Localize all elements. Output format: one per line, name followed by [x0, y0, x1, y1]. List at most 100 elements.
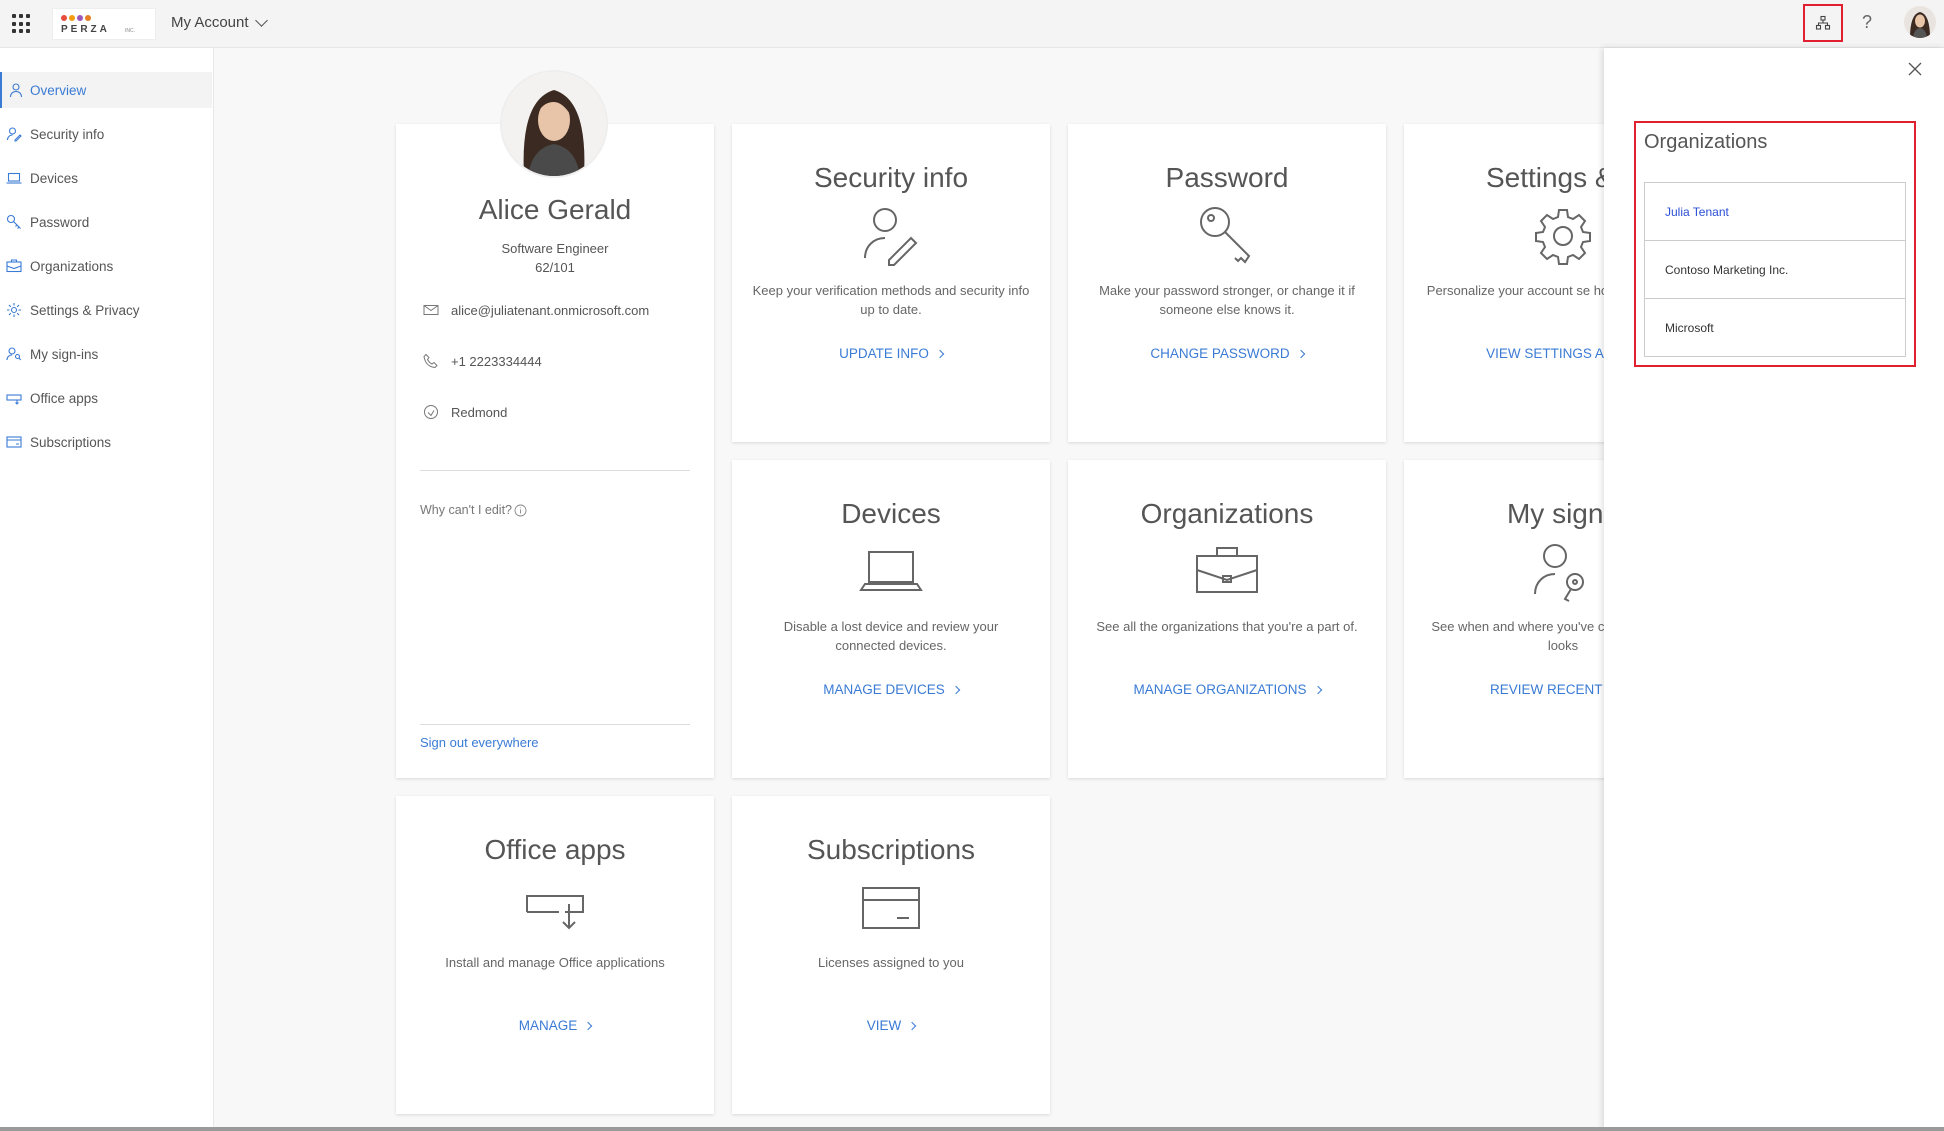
logo-dots [61, 15, 91, 21]
sidebar-item-subscriptions[interactable]: Subscriptions [0, 424, 212, 460]
subscriptions-card: Subscriptions Licenses assigned to you V… [732, 796, 1050, 1114]
person-edit-icon [864, 208, 918, 266]
sidebar-item-settings-privacy[interactable]: Settings & Privacy [0, 292, 212, 328]
my-account-menu[interactable]: My Account [171, 13, 268, 31]
card-title: Security info [813, 162, 969, 193]
sidebar: Overview Security info Devices Password … [0, 48, 214, 1131]
profile-photo [500, 70, 608, 178]
sidebar-item-devices[interactable]: Devices [0, 160, 212, 196]
laptop-icon [6, 172, 22, 184]
person-edit-icon [6, 127, 22, 142]
key-icon [1200, 207, 1251, 264]
app-launcher-icon[interactable] [12, 14, 32, 34]
chevron-right-icon [935, 349, 945, 359]
profile-email-row: alice@juliatenant.onmicrosoft.com [423, 302, 649, 318]
sidebar-item-label: Organizations [30, 258, 114, 274]
top-bar: PERZA INC. My Account ? [0, 0, 1944, 48]
card-icon [6, 436, 22, 448]
chevron-right-icon [908, 1021, 917, 1031]
phone-icon [423, 353, 438, 369]
sidebar-item-label: Settings & Privacy [30, 302, 140, 318]
divider [420, 724, 690, 725]
sidebar-item-label: My sign-ins [30, 346, 99, 362]
user-avatar[interactable] [1904, 6, 1936, 38]
company-logo[interactable]: PERZA INC. [52, 8, 156, 40]
card-title: Subscriptions [806, 834, 976, 865]
mail-icon [423, 305, 439, 315]
help-icon[interactable]: ? [1862, 12, 1872, 33]
panel-title: Organizations [1644, 131, 1768, 153]
gear-icon [7, 303, 21, 317]
view-subscriptions-link[interactable]: VIEW [732, 1018, 1050, 1033]
card-description: See all the organizations that you're a … [1096, 619, 1358, 634]
card-description: Disable a lost device and review your co… [783, 619, 999, 653]
security-info-card: Security info Keep your verification met… [732, 124, 1050, 442]
divider [420, 470, 690, 471]
office-apps-card: Office apps Install and manage Office ap… [396, 796, 714, 1114]
bottom-border [0, 1127, 1944, 1131]
sidebar-item-label: Overview [30, 82, 87, 98]
organization-switcher-button[interactable] [1803, 4, 1843, 42]
manage-organizations-link[interactable]: MANAGE ORGANIZATIONS [1068, 682, 1386, 697]
briefcase-icon [1196, 547, 1258, 593]
sidebar-item-password[interactable]: Password [0, 204, 212, 240]
logo-suffix: INC. [125, 28, 135, 34]
close-icon[interactable] [1906, 60, 1924, 78]
office-icon [6, 394, 22, 405]
profile-phone: +1 2223334444 [451, 353, 542, 369]
sidebar-item-label: Subscriptions [30, 434, 112, 450]
person-key-icon [6, 347, 22, 361]
card-description: Keep your verification methods and secur… [752, 283, 1030, 317]
profile-card: Alice Gerald Software Engineer 62/101 al… [396, 70, 714, 778]
sidebar-item-label: Devices [30, 170, 79, 186]
update-info-link[interactable]: UPDATE INFO [732, 346, 1050, 361]
org-item-contoso-marketing[interactable]: Contoso Marketing Inc. [1644, 240, 1906, 299]
chevron-right-icon [1313, 685, 1322, 695]
chevron-right-icon [1296, 349, 1305, 359]
profile-phone-row: +1 2223334444 [423, 353, 542, 369]
card-description: Licenses assigned to you [818, 955, 964, 970]
change-password-link[interactable]: CHANGE PASSWORD [1068, 346, 1386, 361]
chevron-right-icon [951, 685, 961, 695]
card-title: Organizations [1140, 498, 1314, 529]
card-description: Install and manage Office applications [445, 955, 665, 970]
card-title: Office apps [484, 834, 626, 865]
organizations-list-box: Organizations Julia Tenant Contoso Marke… [1634, 121, 1916, 367]
card-icon [862, 887, 920, 929]
manage-devices-link[interactable]: MANAGE DEVICES [732, 682, 1050, 697]
app-title: My Account [171, 14, 249, 31]
chevron-down-icon [254, 13, 268, 27]
sidebar-item-security-info[interactable]: Security info [0, 116, 212, 152]
card-title: Devices [841, 498, 941, 529]
person-key-icon [1534, 544, 1584, 602]
organizations-panel: Organizations Julia Tenant Contoso Marke… [1604, 48, 1944, 1131]
devices-card: Devices Disable a lost device and review… [732, 460, 1050, 778]
logo-text: PERZA [61, 24, 110, 35]
org-item-microsoft[interactable]: Microsoft [1644, 298, 1906, 357]
profile-job-title: Software Engineer [501, 241, 609, 256]
sidebar-item-overview[interactable]: Overview [0, 72, 212, 108]
chevron-right-icon [584, 1021, 593, 1031]
password-card: Password Make your password stronger, or… [1068, 124, 1386, 442]
profile-name: Alice Gerald [478, 194, 632, 225]
sidebar-item-my-sign-ins[interactable]: My sign-ins [0, 336, 212, 372]
card-title: Password [1165, 162, 1289, 193]
key-icon [6, 214, 21, 229]
profile-email: alice@juliatenant.onmicrosoft.com [451, 302, 650, 318]
profile-location: Redmond [451, 404, 508, 420]
card-description: Make your password stronger, or change i… [1099, 283, 1355, 317]
sidebar-item-label: Security info [30, 126, 105, 142]
gear-icon [1535, 209, 1591, 265]
sign-out-everywhere-link[interactable]: Sign out everywhere [420, 735, 539, 750]
person-icon [9, 83, 23, 98]
laptop-icon [859, 551, 923, 591]
briefcase-icon [6, 259, 22, 273]
why-cant-edit-link[interactable]: Why can't I edit? [420, 503, 527, 517]
org-item-julia-tenant[interactable]: Julia Tenant [1644, 182, 1906, 241]
sidebar-item-office-apps[interactable]: Office apps [0, 380, 212, 416]
info-icon [514, 504, 527, 516]
sidebar-item-organizations[interactable]: Organizations [0, 248, 212, 284]
organization-list: Julia Tenant Contoso Marketing Inc. Micr… [1644, 182, 1906, 357]
location-icon [424, 405, 438, 419]
manage-office-apps-link[interactable]: MANAGE [396, 1018, 714, 1033]
